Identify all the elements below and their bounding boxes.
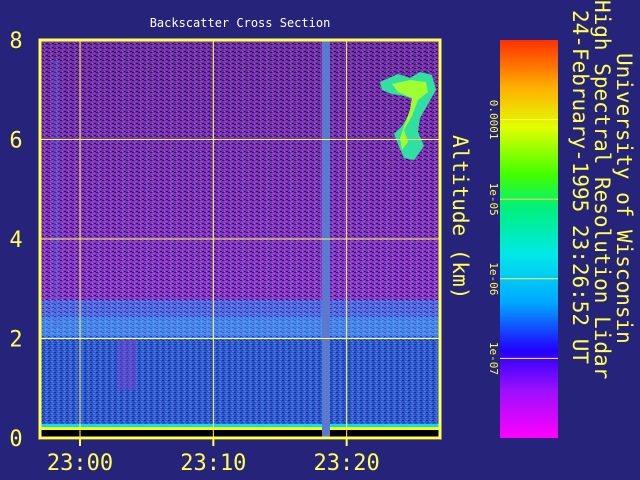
institution-label: University of Wisconsin xyxy=(612,53,636,344)
plot-area xyxy=(40,40,440,440)
colorbar-tick-label: 1e-05 xyxy=(487,183,500,216)
boundary-layer-top-glow xyxy=(40,318,440,336)
y-axis: 0 2 4 6 8 xyxy=(9,29,22,452)
plume-column xyxy=(52,60,60,328)
y-tick-label: 8 xyxy=(9,29,22,54)
x-axis: 23:00 23:10 23:20 xyxy=(47,438,380,476)
lidar-figure: Backscatter Cross Section 02468 23:00 23:… xyxy=(9,16,558,476)
x-tick-label: 23:20 xyxy=(314,451,380,476)
ground-band-blue xyxy=(40,424,440,427)
colorbar-tick-label: 1e-07 xyxy=(487,342,500,375)
plume-streak xyxy=(118,340,136,390)
timestamp-label: 24-February-1995 23:26:52 UT xyxy=(568,10,592,365)
boundary-layer xyxy=(40,340,440,428)
chart-title: Backscatter Cross Section xyxy=(150,16,331,30)
colorbar-tick-label: 1e-06 xyxy=(487,262,500,295)
y-tick-label: 0 xyxy=(9,427,22,452)
y-axis-label: Altitude (km) xyxy=(448,135,472,300)
y-tick-label: 2 xyxy=(9,328,22,353)
colorbar xyxy=(500,40,558,438)
colorbar-tick-label: 0.0001 xyxy=(487,100,500,140)
x-tick-label: 23:00 xyxy=(47,451,113,476)
y-tick-label: 6 xyxy=(9,129,22,154)
plot-upper-fade xyxy=(40,40,440,315)
ground-band-yellow xyxy=(40,427,440,430)
instrument-label: High Spectral Resolution Lidar xyxy=(590,0,614,380)
y-tick-label: 4 xyxy=(9,228,22,253)
x-tick-label: 23:10 xyxy=(180,451,246,476)
